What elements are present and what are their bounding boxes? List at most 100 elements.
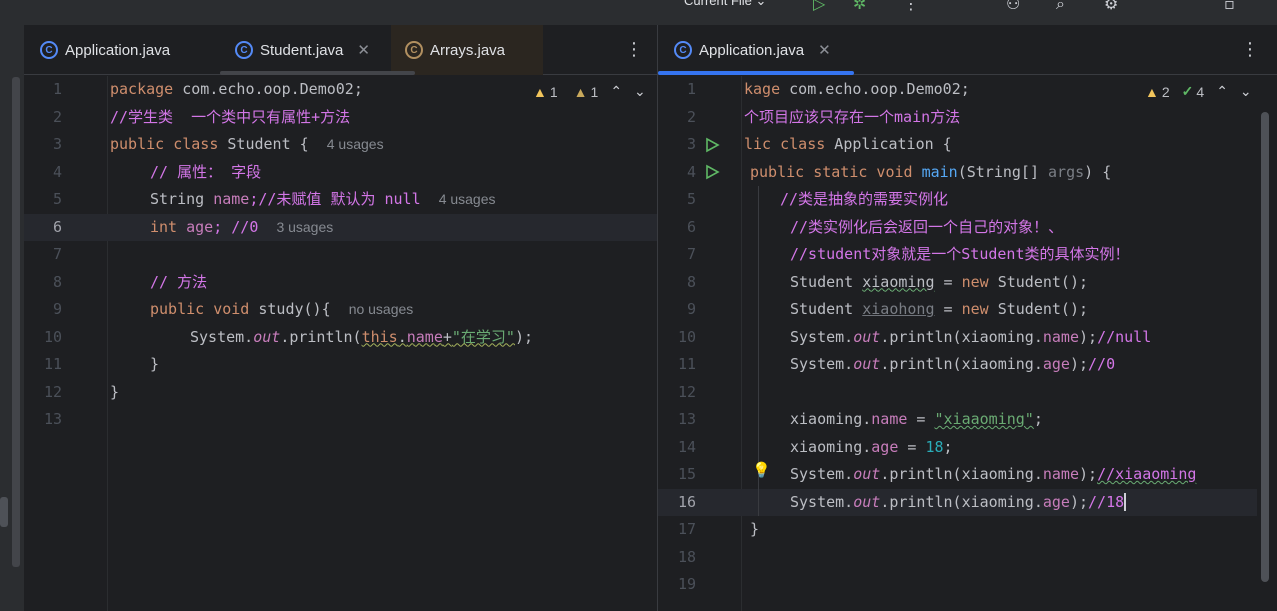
- close-icon[interactable]: ✕: [357, 41, 370, 59]
- warning-icon: ▲: [1145, 83, 1159, 100]
- code-line-13: xiaoming.name = "xiaaoming";: [790, 410, 1043, 428]
- tab-student-java[interactable]: C Student.java ✕: [235, 25, 370, 75]
- warning-count: 2: [1161, 83, 1170, 100]
- line-number: 19: [677, 575, 696, 593]
- usages-hint[interactable]: 4 usages: [439, 191, 496, 207]
- line-number: 14: [677, 437, 696, 456]
- window-icon[interactable]: ▫: [1224, 0, 1235, 13]
- right-tab-bar: C Application.java ✕ ⋮: [658, 25, 1277, 75]
- line-number: 12: [677, 382, 696, 401]
- tab-arrays-java[interactable]: C Arrays.java: [391, 25, 544, 75]
- chevron-up-icon[interactable]: ⌃: [610, 83, 622, 100]
- lightbulb-icon[interactable]: 💡: [752, 461, 771, 479]
- chevron-down-icon[interactable]: ⌄: [1240, 83, 1252, 100]
- left-tab-bar: C Application.java C Student.java ✕ C Ar…: [24, 25, 657, 75]
- line-number: 1: [686, 80, 696, 98]
- code-line-8: Student xiaoming = new Student();: [790, 272, 1089, 291]
- usages-hint[interactable]: no usages: [349, 301, 414, 317]
- code-line-5: String name;//未赋值 默认为 null 4 usages: [150, 190, 496, 208]
- check-icon: ✓: [1181, 83, 1194, 99]
- debug-icon[interactable]: ✲: [853, 0, 866, 13]
- code-line-11: }: [150, 355, 160, 373]
- line-number: 3: [52, 135, 62, 153]
- more-actions-icon[interactable]: ⋮: [903, 0, 919, 13]
- inspection-widget[interactable]: ▲ 1 ▲ 1 ⌃ ⌄: [533, 83, 646, 100]
- line-number: 16: [677, 492, 696, 511]
- line-number: 6: [52, 217, 62, 236]
- code-line-9: Student xiaohong = new Student();: [790, 300, 1089, 318]
- line-number: 13: [677, 410, 696, 428]
- left-strip-scrollbar[interactable]: [12, 77, 20, 567]
- code-line-5: //类是抽象的需要实例化: [780, 190, 949, 208]
- code-line-3: lic class Application {: [744, 135, 952, 153]
- usages-hint[interactable]: 4 usages: [327, 136, 384, 152]
- tab-scroll-indicator: [220, 71, 415, 75]
- right-editor-pane: C Application.java ✕ ⋮ ▲ 2 ✓ 4 ⌃ ⌄ 12345…: [658, 25, 1277, 611]
- code-line-1: package com.echo.oop.Demo02;: [110, 80, 363, 98]
- line-number: 2: [686, 107, 696, 126]
- chevron-down-icon[interactable]: ⌄: [634, 83, 646, 100]
- line-number: 5: [52, 190, 62, 208]
- application-java-editor[interactable]: ▲ 2 ✓ 4 ⌃ ⌄ 1 2 3 4 5 6 7 8 9 10 11 12 13 14 15 16 17 18 1…: [658, 76, 1277, 611]
- line-number: 17: [677, 520, 696, 538]
- line-number: 8: [686, 272, 696, 291]
- tab-label: Arrays.java: [430, 41, 506, 59]
- line-number: 13: [43, 410, 62, 428]
- line-number: 8: [52, 272, 62, 291]
- check-count: 4: [1196, 83, 1205, 100]
- line-number: 7: [686, 245, 696, 263]
- line-number: 7: [52, 245, 62, 263]
- add-user-icon[interactable]: ⚇: [1006, 0, 1020, 13]
- line-number: 11: [677, 355, 696, 373]
- code-line-10: System.out.println(xiaoming.name);//null: [790, 327, 1152, 346]
- current-line-highlight: [24, 213, 657, 241]
- code-line-1: kage com.echo.oop.Demo02;: [744, 80, 970, 98]
- weak-warning-icon: ▲: [573, 83, 588, 100]
- java-class-icon: C: [405, 41, 423, 59]
- line-number: 5: [686, 190, 696, 208]
- line-number: 10: [677, 327, 696, 346]
- vertical-scrollbar[interactable]: [1261, 112, 1269, 582]
- inspection-widget[interactable]: ▲ 2 ✓ 4 ⌃ ⌄: [1145, 83, 1252, 100]
- code-line-2: //学生类 一个类中只有属性+方法: [110, 107, 351, 126]
- code-line-8: // 方法: [150, 272, 208, 291]
- code-line-16: System.out.println(xiaoming.age);//18: [790, 492, 1127, 511]
- left-strip-handle[interactable]: [0, 497, 8, 527]
- line-number: 2: [52, 107, 62, 126]
- warning-icon: ▲: [533, 83, 547, 100]
- warning-count: 1: [549, 83, 558, 100]
- weak-warning-count: 1: [590, 83, 599, 100]
- run-configuration-selector[interactable]: Current File ⌄: [684, 0, 766, 9]
- run-main-icon[interactable]: [704, 164, 720, 180]
- tab-application-java[interactable]: C Application.java: [40, 25, 170, 75]
- line-number: 11: [43, 355, 62, 373]
- chevron-up-icon[interactable]: ⌃: [1216, 83, 1228, 100]
- code-line-6: //类实例化后会返回一个自己的对象！、: [790, 217, 1064, 236]
- left-editor-pane: C Application.java C Student.java ✕ C Ar…: [24, 25, 657, 611]
- tab-label: Application.java: [65, 41, 171, 59]
- tab-label: Student.java: [260, 41, 344, 59]
- more-tabs-icon[interactable]: ⋮: [1241, 39, 1259, 60]
- code-line-4: public static void main(String[] args) {: [750, 162, 1112, 181]
- text-caret: [1124, 493, 1127, 511]
- run-icon[interactable]: ▷: [813, 0, 825, 13]
- search-icon[interactable]: ⌕: [1056, 0, 1065, 14]
- line-number: 3: [686, 135, 696, 153]
- code-line-3: public class Student { 4 usages: [110, 135, 384, 153]
- tab-application-java-active[interactable]: C Application.java ✕: [674, 25, 831, 75]
- more-tabs-icon[interactable]: ⋮: [625, 39, 643, 60]
- close-icon[interactable]: ✕: [818, 41, 831, 59]
- line-number: 10: [43, 327, 62, 346]
- line-number: 12: [43, 382, 62, 401]
- run-class-icon[interactable]: [704, 137, 720, 153]
- code-line-17: }: [750, 520, 760, 538]
- line-number: 15: [677, 465, 696, 483]
- settings-icon[interactable]: ⚙: [1104, 0, 1118, 13]
- usages-hint[interactable]: 3 usages: [276, 219, 333, 235]
- student-java-editor[interactable]: ▲ 1 ▲ 1 ⌃ ⌄ 1 2 3 4 5 6 7 8 9 10 11 12 13 package co…: [24, 76, 657, 611]
- code-line-14: xiaoming.age = 18;: [790, 437, 953, 456]
- java-class-icon: C: [235, 41, 253, 59]
- java-class-icon: C: [674, 41, 692, 59]
- code-line-6: int age; //0 3 usages: [150, 217, 334, 236]
- code-line-2: 个项目应该只存在一个main方法: [744, 107, 961, 126]
